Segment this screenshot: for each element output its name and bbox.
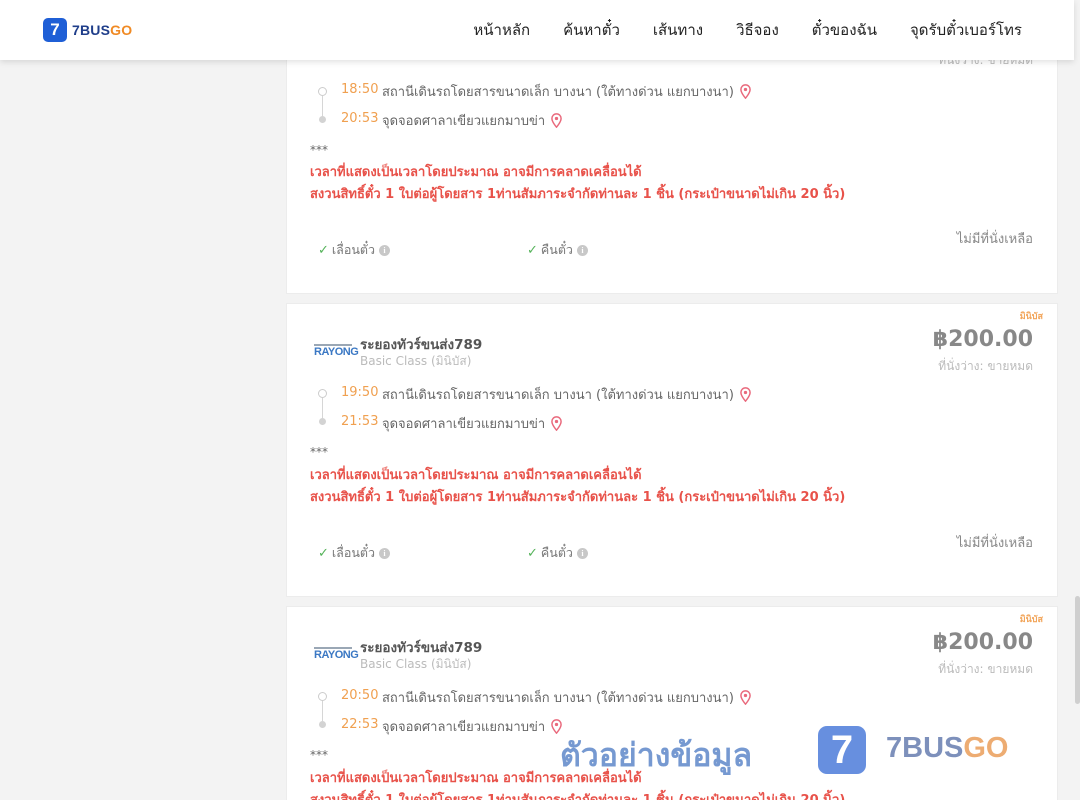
- seats-status: ที่นั่งว่าง: ขายหมด: [938, 662, 1033, 676]
- operator-logo: RAYONG: [314, 647, 359, 661]
- map-pin-icon[interactable]: [551, 113, 562, 128]
- policy-refund[interactable]: ✓ คืนตั๋ว i: [527, 543, 588, 563]
- info-icon[interactable]: i: [576, 547, 588, 559]
- ticket-price: ฿200.00: [932, 327, 1033, 352]
- warning-line-2: สงวนสิทธิ์ตั๋ว 1 ใบต่อผู้โดยสาร 1ท่านสัม…: [310, 187, 846, 202]
- nav-ticket-pickup[interactable]: จุดรับตั๋วเบอร์โทร: [910, 18, 1022, 42]
- map-pin-icon[interactable]: [551, 416, 562, 431]
- check-icon: ✓: [318, 545, 329, 561]
- warning-line-2: สงวนสิทธิ์ตั๋ว 1 ใบต่อผู้โดยสาร 1ท่านสัม…: [310, 490, 846, 505]
- watermark-logo-icon: 7: [818, 726, 866, 774]
- policy-reschedule[interactable]: ✓ เลื่อนตั๋ว i: [318, 543, 391, 563]
- timeline-line: [322, 398, 323, 418]
- info-icon[interactable]: i: [379, 244, 391, 256]
- map-pin-icon[interactable]: [740, 84, 751, 99]
- map-pin-icon[interactable]: [740, 690, 751, 705]
- logo-text: 7BUSGO: [72, 22, 133, 38]
- map-pin-icon[interactable]: [740, 387, 751, 402]
- policy-reschedule[interactable]: ✓ เลื่อนตั๋ว i: [318, 240, 391, 260]
- nav-home[interactable]: หน้าหลัก: [473, 18, 530, 42]
- no-seat-label: ไม่มีที่นั่งเหลือ: [956, 536, 1033, 551]
- site-header: 7 7BUSGO หน้าหลัก ค้นหาตั๋ว เส้นทาง วิธี…: [0, 0, 1074, 60]
- watermark-text: ตัวอย่างข้อมูล: [560, 736, 753, 774]
- warning-line-1: เวลาที่แสดงเป็นเวลาโดยประมาณ อาจมีการคลา…: [310, 165, 642, 180]
- bus-type-badge: มินิบัส: [1019, 312, 1043, 322]
- trip-card[interactable]: มินิบัส RAYONG ระยองทัวร์ขนส่ง789 Basic …: [286, 303, 1058, 597]
- watermark-brand: 7BUSGO: [886, 732, 1009, 764]
- nav-my-tickets[interactable]: ตั๋วของฉัน: [812, 18, 877, 42]
- note-stars: ***: [310, 748, 328, 762]
- depart-time: 20:50: [341, 688, 379, 703]
- ticket-price: ฿200.00: [932, 630, 1033, 655]
- depart-dot: [318, 692, 327, 701]
- depart-time: 18:50: [341, 82, 379, 97]
- nav-how-to-book[interactable]: วิธีจอง: [736, 18, 779, 42]
- operator-logo: RAYONG: [314, 344, 359, 358]
- warning-line-2: สงวนสิทธิ์ตั๋ว 1 ใบต่อผู้โดยสาร 1ท่านสัม…: [310, 789, 845, 800]
- depart-place: สถานีเดินรถโดยสารขนาดเล็ก บางนา (ใต้ทางด…: [382, 384, 751, 405]
- depart-time: 19:50: [341, 385, 379, 400]
- page-scrollbar[interactable]: [1074, 0, 1080, 800]
- arrive-dot: [319, 116, 326, 123]
- depart-place: สถานีเดินรถโดยสารขนาดเล็ก บางนา (ใต้ทางด…: [382, 81, 751, 102]
- check-icon: ✓: [527, 545, 538, 561]
- check-icon: ✓: [527, 242, 538, 258]
- arrive-place: จุดจอดศาลาเขียวแยกมาบข่า: [382, 716, 562, 737]
- timeline-line: [322, 701, 323, 721]
- arrive-time: 20:53: [341, 111, 379, 126]
- note-stars: ***: [310, 445, 328, 459]
- bus-class: Basic Class (มินิบัส): [360, 354, 472, 368]
- arrive-time: 22:53: [341, 717, 379, 732]
- depart-dot: [318, 389, 327, 398]
- info-icon[interactable]: i: [576, 244, 588, 256]
- arrive-dot: [319, 418, 326, 425]
- arrive-dot: [319, 721, 326, 728]
- timeline-line: [322, 96, 323, 116]
- bus-class: Basic Class (มินิบัส): [360, 657, 472, 671]
- info-icon[interactable]: i: [379, 547, 391, 559]
- policy-refund[interactable]: ✓ คืนตั๋ว i: [527, 240, 588, 260]
- logo-icon: 7: [43, 18, 67, 42]
- seats-status: ที่นั่งว่าง: ขายหมด: [938, 359, 1033, 373]
- depart-dot: [318, 87, 327, 96]
- site-logo[interactable]: 7 7BUSGO: [43, 18, 132, 42]
- arrive-place: จุดจอดศาลาเขียวแยกมาบข่า: [382, 413, 562, 434]
- main-nav: หน้าหลัก ค้นหาตั๋ว เส้นทาง วิธีจอง ตั๋วข…: [440, 0, 1022, 60]
- scrollbar-thumb[interactable]: [1075, 596, 1080, 704]
- arrive-place: จุดจอดศาลาเขียวแยกมาบข่า: [382, 110, 562, 131]
- no-seat-label: ไม่มีที่นั่งเหลือ: [956, 232, 1033, 247]
- check-icon: ✓: [318, 242, 329, 258]
- nav-routes[interactable]: เส้นทาง: [653, 18, 703, 42]
- arrive-time: 21:53: [341, 414, 379, 429]
- warning-line-1: เวลาที่แสดงเป็นเวลาโดยประมาณ อาจมีการคลา…: [310, 468, 642, 483]
- note-stars: ***: [310, 143, 328, 157]
- nav-search-ticket[interactable]: ค้นหาตั๋ว: [563, 18, 620, 42]
- depart-place: สถานีเดินรถโดยสารขนาดเล็ก บางนา (ใต้ทางด…: [382, 687, 751, 708]
- bus-type-badge: มินิบัส: [1019, 615, 1043, 625]
